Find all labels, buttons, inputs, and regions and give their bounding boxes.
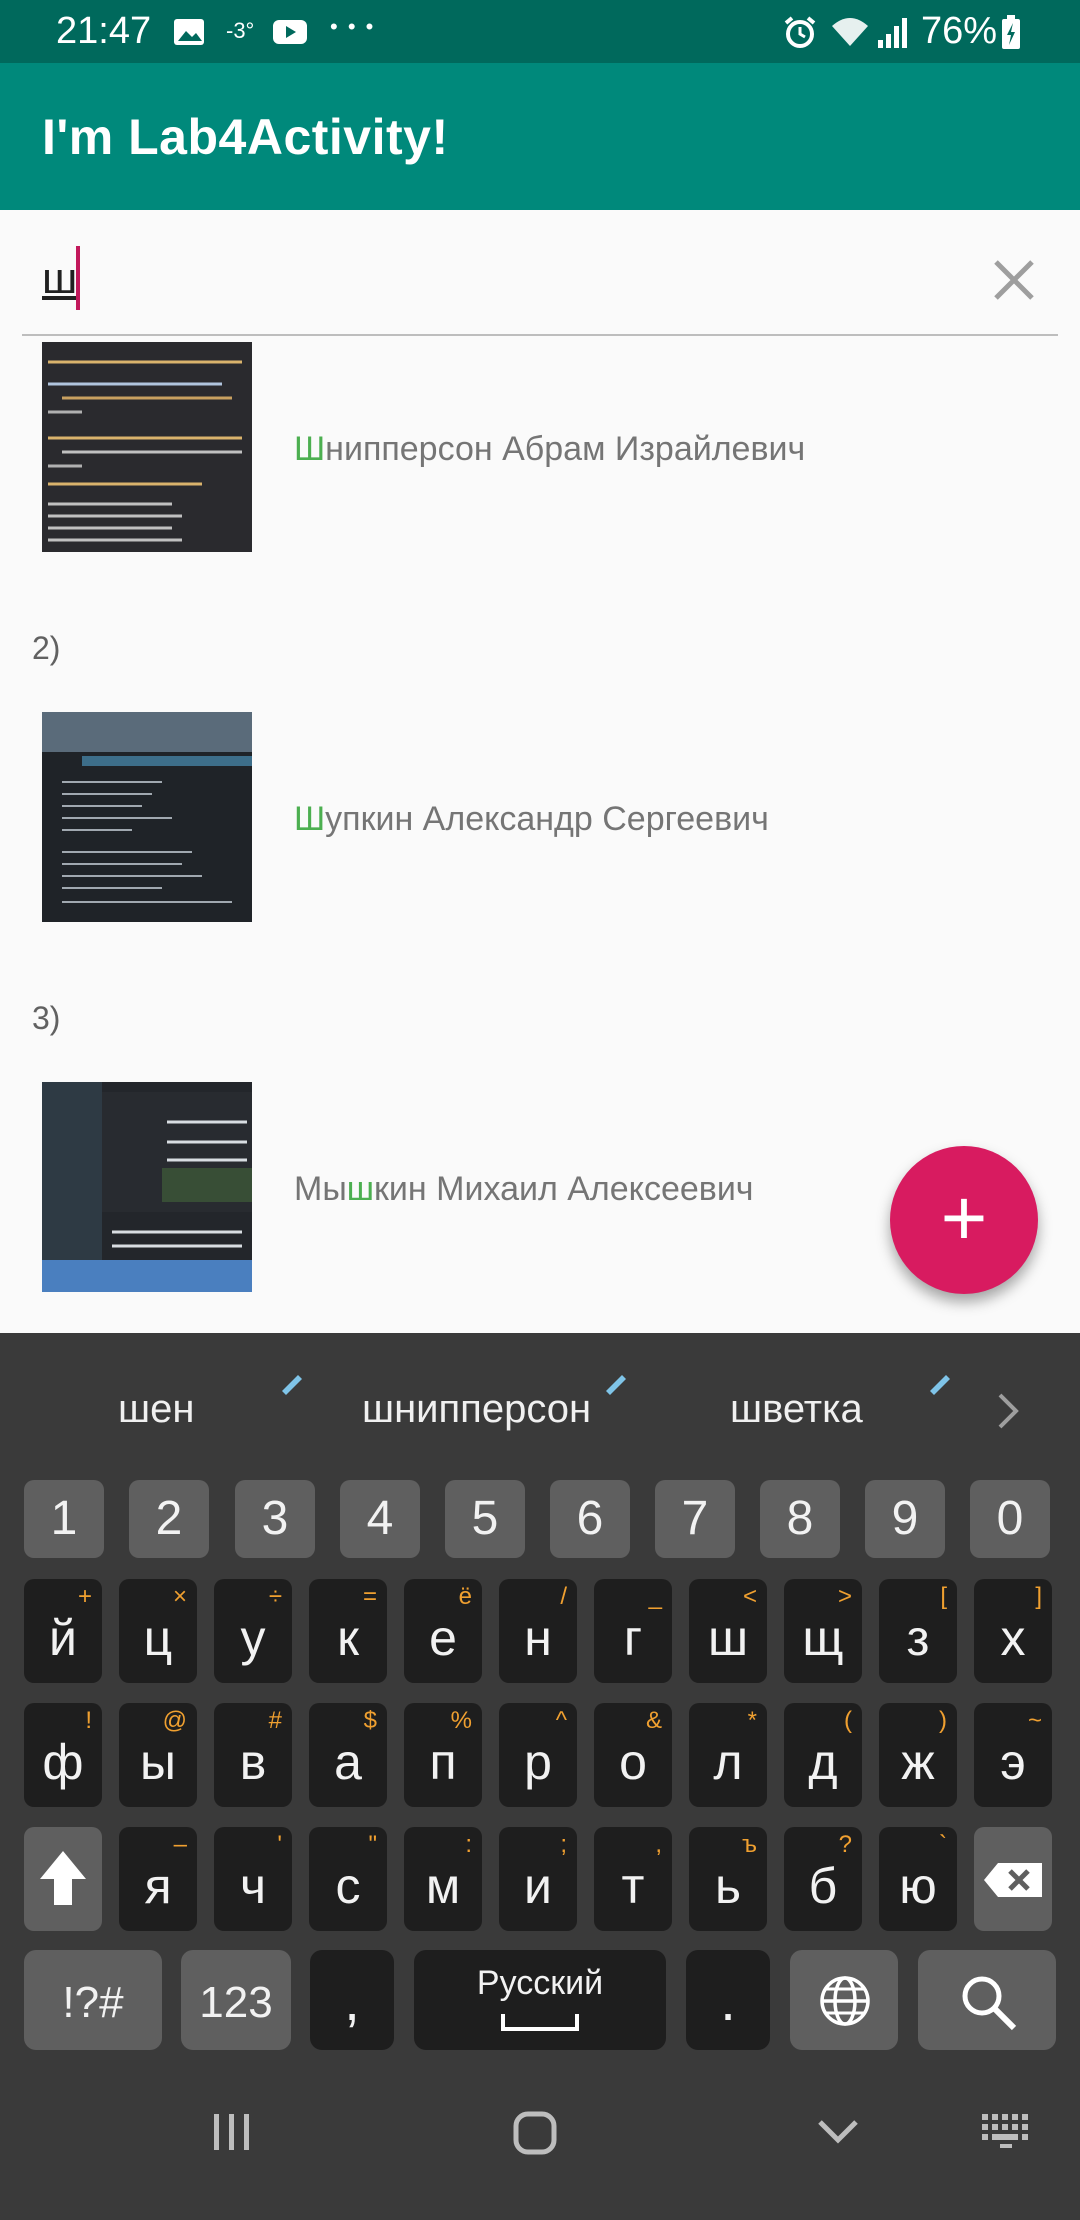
symbols-key[interactable]: !?# bbox=[24, 1950, 162, 2050]
student-photo bbox=[42, 342, 252, 552]
search-input[interactable]: ш bbox=[42, 254, 77, 304]
student-name: Шнипперсон Абрам Израйлевич bbox=[294, 430, 806, 468]
key-6[interactable]: 6 bbox=[550, 1480, 630, 1558]
key-letter[interactable]: :м bbox=[404, 1827, 482, 1931]
image-icon bbox=[174, 19, 204, 45]
list-item[interactable]: Шнипперсон Абрам Израйлевич bbox=[0, 342, 1080, 552]
item-number: 2) bbox=[32, 630, 61, 666]
globe-icon bbox=[820, 1976, 870, 2026]
key-letter[interactable]: × ц bbox=[119, 1579, 197, 1683]
home-icon[interactable] bbox=[512, 2110, 558, 2156]
key-letter[interactable]: ` ю bbox=[879, 1827, 957, 1931]
key-4[interactable]: 4 bbox=[340, 1480, 420, 1558]
space-key[interactable]: Русский bbox=[414, 1950, 666, 2050]
pencil-icon bbox=[282, 1375, 302, 1395]
navigation-bar bbox=[0, 2060, 1080, 2220]
key-letter[interactable]: ÷ у bbox=[214, 1579, 292, 1683]
key-letter[interactable]: ! ф bbox=[24, 1703, 102, 1807]
key-letter[interactable]: ' ч bbox=[214, 1827, 292, 1931]
add-button[interactable]: + bbox=[890, 1146, 1038, 1294]
key-letter[interactable]: ? б bbox=[784, 1827, 862, 1931]
chevron-down-icon[interactable] bbox=[816, 2116, 860, 2146]
key-3[interactable]: 3 bbox=[235, 1480, 315, 1558]
key-8[interactable]: 8 bbox=[760, 1480, 840, 1558]
text-cursor bbox=[76, 246, 80, 310]
key-5[interactable]: 5 bbox=[445, 1480, 525, 1558]
backspace-icon bbox=[984, 1863, 1042, 1897]
suggestion-1[interactable]: шен bbox=[118, 1387, 194, 1432]
key-letter[interactable]: _ г bbox=[594, 1579, 672, 1683]
signal-icon bbox=[878, 18, 907, 48]
key-0[interactable]: 0 bbox=[970, 1480, 1050, 1558]
suggestion-2[interactable]: шнипперсон bbox=[362, 1387, 591, 1432]
shift-key[interactable] bbox=[24, 1827, 102, 1931]
youtube-icon bbox=[273, 20, 307, 44]
list-item[interactable]: Шупкин Александр Сергеевич bbox=[0, 712, 1080, 922]
key-letter[interactable]: * л bbox=[689, 1703, 767, 1807]
period-key[interactable]: . bbox=[686, 1950, 770, 2050]
key-letter[interactable]: – я bbox=[119, 1827, 197, 1931]
language-key[interactable] bbox=[790, 1950, 898, 2050]
key-7[interactable]: 7 bbox=[655, 1480, 735, 1558]
key-letter[interactable]: ,т bbox=[594, 1827, 672, 1931]
student-name: Шупкин Александр Сергеевич bbox=[294, 800, 769, 838]
student-photo bbox=[42, 712, 252, 922]
key-letter[interactable]: > щ bbox=[784, 1579, 862, 1683]
key-letter[interactable]: ъь bbox=[689, 1827, 767, 1931]
shift-icon bbox=[40, 1851, 86, 1905]
key-letter[interactable]: ^ р bbox=[499, 1703, 577, 1807]
key-letter[interactable]: % п bbox=[404, 1703, 482, 1807]
key-letter[interactable]: ) ж bbox=[879, 1703, 957, 1807]
key-letter[interactable]: = к bbox=[309, 1579, 387, 1683]
key-letter[interactable]: + й bbox=[24, 1579, 102, 1683]
wifi-icon bbox=[832, 18, 868, 46]
temperature: -3° bbox=[226, 18, 255, 43]
search-field[interactable]: ш bbox=[22, 228, 1058, 336]
app-title: I'm Lab4Activity! bbox=[42, 109, 449, 165]
key-letter[interactable]: ; и bbox=[499, 1827, 577, 1931]
key-letter[interactable]: [з bbox=[879, 1579, 957, 1683]
alarm-icon bbox=[784, 16, 816, 48]
key-letter[interactable]: ~ э bbox=[974, 1703, 1052, 1807]
keyboard-icon[interactable] bbox=[980, 2112, 1032, 2150]
key-letter[interactable]: / н bbox=[499, 1579, 577, 1683]
battery-percent: 76% bbox=[921, 10, 998, 52]
suggestion-3[interactable]: шветка bbox=[730, 1387, 863, 1432]
student-photo bbox=[42, 1082, 252, 1292]
key-letter[interactable]: @ ы bbox=[119, 1703, 197, 1807]
recent-apps-icon[interactable] bbox=[210, 2110, 254, 2154]
pencil-icon bbox=[930, 1375, 950, 1395]
numbers-key[interactable]: 123 bbox=[181, 1950, 291, 2050]
space-bar-icon bbox=[501, 2014, 579, 2031]
close-icon[interactable] bbox=[982, 248, 1046, 312]
key-letter[interactable]: # в bbox=[214, 1703, 292, 1807]
key-2[interactable]: 2 bbox=[129, 1480, 209, 1558]
app-bar: I'm Lab4Activity! bbox=[0, 63, 1080, 210]
pencil-icon bbox=[606, 1375, 626, 1395]
key-letter[interactable]: ] х bbox=[974, 1579, 1052, 1683]
chevron-right-icon[interactable] bbox=[992, 1391, 1022, 1431]
student-name: Мышкин Михаил Алексеевич bbox=[294, 1170, 754, 1208]
backspace-key[interactable] bbox=[974, 1827, 1052, 1931]
key-letter[interactable]: $ а bbox=[309, 1703, 387, 1807]
item-number: 3) bbox=[32, 1000, 61, 1036]
clock: 21:47 bbox=[56, 10, 152, 52]
key-9[interactable]: 9 bbox=[865, 1480, 945, 1558]
key-letter[interactable]: & о bbox=[594, 1703, 672, 1807]
key-letter[interactable]: < ш bbox=[689, 1579, 767, 1683]
keyboard: шен шнипперсон шветка 1 2 3 4 5 6 7 8 9 … bbox=[0, 1333, 1080, 2060]
key-letter[interactable]: ёе bbox=[404, 1579, 482, 1683]
search-icon bbox=[962, 1976, 1017, 2031]
status-bar: 21:47 -3° • • • 76% bbox=[0, 0, 1080, 63]
key-letter[interactable]: (д bbox=[784, 1703, 862, 1807]
key-letter[interactable]: " с bbox=[309, 1827, 387, 1931]
comma-key[interactable]: , bbox=[310, 1950, 394, 2050]
plus-icon: + bbox=[940, 1173, 988, 1262]
search-key[interactable] bbox=[918, 1950, 1056, 2050]
battery-icon bbox=[1002, 15, 1020, 49]
more-notifications: • • • bbox=[330, 14, 376, 39]
key-1[interactable]: 1 bbox=[24, 1480, 104, 1558]
